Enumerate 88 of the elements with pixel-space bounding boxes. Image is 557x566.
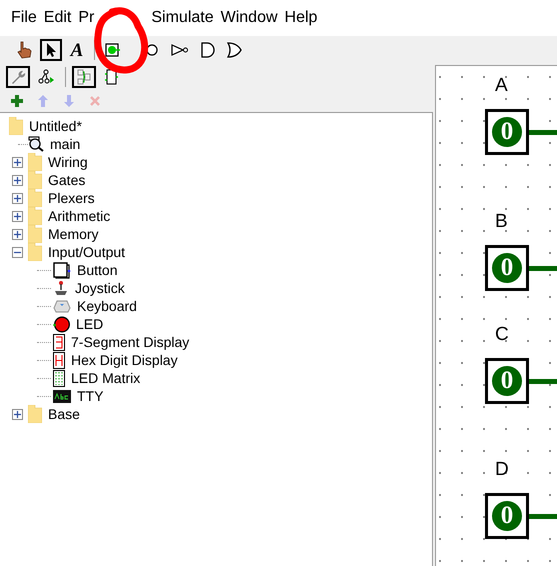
- plus-icon: [14, 410, 21, 418]
- hex-digit-icon: [53, 352, 65, 368]
- pin-value: 0: [492, 117, 522, 147]
- expander-toggle[interactable]: [12, 408, 23, 420]
- input-pin[interactable]: 0: [485, 245, 529, 291]
- folder-icon: [28, 171, 42, 189]
- plus-icon: [14, 212, 21, 220]
- tree-item[interactable]: Hex Digit Display: [71, 353, 178, 367]
- joystick-icon: [53, 280, 69, 296]
- folder-icon: [9, 117, 23, 135]
- tree-item[interactable]: LED: [76, 317, 104, 331]
- tree-item[interactable]: Gates: [48, 173, 86, 187]
- folder-icon: [28, 189, 42, 207]
- tool-button[interactable]: [40, 39, 62, 61]
- up-arrow-icon: [37, 94, 49, 108]
- wire: [529, 514, 557, 519]
- menu-item[interactable]: Pr: [78, 6, 94, 30]
- tree-item[interactable]: Base: [48, 407, 80, 421]
- tree-item[interactable]: 7-Segment Display: [71, 335, 190, 349]
- pin-label: A: [495, 76, 508, 95]
- expander-toggle[interactable]: [12, 246, 23, 258]
- key-icon: [53, 299, 71, 313]
- menu-item[interactable]: Simulate: [151, 6, 214, 30]
- tree-item[interactable]: TTY: [77, 389, 104, 403]
- tool-button[interactable]: [72, 66, 96, 88]
- pin-label: C: [495, 325, 509, 344]
- appearance-icon: [104, 69, 118, 85]
- expander-toggle[interactable]: [12, 174, 23, 186]
- hand-icon: [16, 41, 32, 59]
- folder-icon: [28, 225, 42, 243]
- magnifier-icon: [28, 136, 44, 152]
- layout-icon: [76, 69, 92, 85]
- led-matrix-icon: [53, 370, 65, 386]
- tree-item[interactable]: Arithmetic: [48, 209, 110, 223]
- input-pin[interactable]: 0: [485, 358, 529, 404]
- pin-value: 0: [492, 501, 522, 531]
- expander-toggle[interactable]: [12, 210, 23, 222]
- and-gate-icon: [201, 42, 215, 58]
- arrow-pointer-icon: [45, 42, 57, 58]
- expander-toggle[interactable]: [12, 228, 23, 240]
- tree-icon: [38, 69, 55, 85]
- menu-item[interactable]: File: [11, 6, 37, 30]
- tree-item[interactable]: Joystick: [75, 281, 125, 295]
- expander-toggle[interactable]: [12, 156, 23, 168]
- not-gate-icon: [171, 43, 189, 57]
- tree-item[interactable]: Memory: [48, 227, 99, 241]
- tree-item[interactable]: Plexers: [48, 191, 95, 205]
- menu-item[interactable]: Edit: [44, 6, 72, 30]
- pin-label: D: [495, 460, 509, 479]
- plus-icon: [14, 230, 21, 238]
- terminal-icon: [53, 390, 71, 402]
- tree-item[interactable]: Keyboard: [77, 299, 137, 313]
- plus-icon: [10, 94, 24, 108]
- folder-icon: [28, 153, 42, 171]
- folder-icon: [28, 207, 42, 225]
- tree-item[interactable]: Input/Output: [48, 245, 126, 259]
- delete-icon: [89, 95, 101, 107]
- menu-item[interactable]: Window: [220, 6, 278, 30]
- tool-button[interactable]: [6, 66, 30, 88]
- wire: [529, 130, 557, 135]
- tree-item[interactable]: main: [50, 137, 80, 151]
- wire: [529, 266, 557, 271]
- or-gate-icon: [227, 42, 242, 58]
- plus-icon: [14, 176, 21, 184]
- wrench-icon: [10, 69, 26, 85]
- expander-toggle[interactable]: [12, 192, 23, 204]
- folder-icon: [28, 405, 42, 423]
- led-icon: [53, 316, 70, 332]
- push-button-icon: [53, 262, 71, 278]
- down-arrow-icon: [63, 94, 75, 108]
- pin-label: B: [495, 212, 508, 231]
- wire: [529, 379, 557, 384]
- input-pin[interactable]: 0: [485, 493, 529, 539]
- pin-value: 0: [492, 366, 522, 396]
- plus-icon: [14, 194, 21, 202]
- text-tool-icon: A: [70, 40, 84, 60]
- input-pin[interactable]: 0: [485, 109, 529, 155]
- tool-button[interactable]: A: [66, 39, 88, 61]
- input-pin-icon: [105, 43, 121, 57]
- tree-item[interactable]: Button: [77, 263, 118, 277]
- tree-item[interactable]: Wiring: [48, 155, 88, 169]
- plus-icon: [14, 158, 21, 166]
- tree-item[interactable]: LED Matrix: [71, 371, 140, 385]
- menu-item[interactable]: Help: [284, 6, 318, 30]
- folder-icon: [28, 243, 42, 261]
- tree-item[interactable]: Untitled*: [29, 119, 82, 133]
- pin-value: 0: [492, 253, 522, 283]
- seven-segment-icon: [53, 334, 65, 350]
